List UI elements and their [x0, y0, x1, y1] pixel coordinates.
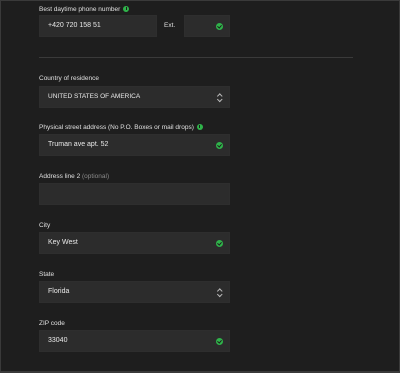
ext-input[interactable]: [184, 15, 230, 37]
street-value: Truman ave apt. 52: [48, 141, 109, 148]
country-select[interactable]: UNITED STATES OF AMERICA: [39, 86, 230, 108]
check-circle-icon: [216, 142, 223, 149]
city-input[interactable]: Key West: [39, 232, 230, 254]
contact-address-form: Best daytime phone number +420 720 158 5…: [1, 1, 399, 372]
check-circle-icon: [216, 23, 223, 30]
phone-label-text: Best daytime phone number: [39, 6, 121, 13]
phone-value: +420 720 158 51: [48, 22, 101, 29]
check-circle-icon: [216, 338, 223, 345]
zip-value: 33040: [48, 337, 68, 344]
zip-label: ZIP code: [39, 320, 65, 327]
state-select[interactable]: Florida: [39, 281, 230, 303]
address2-label-text: Address line 2: [39, 173, 81, 180]
zip-input[interactable]: 33040: [39, 330, 230, 352]
state-value: Florida: [48, 288, 70, 295]
state-label: State: [39, 271, 55, 278]
country-value: UNITED STATES OF AMERICA: [48, 93, 141, 100]
city-value: Key West: [48, 239, 78, 246]
ext-label: Ext.: [164, 22, 176, 29]
city-label: City: [39, 222, 51, 229]
street-input[interactable]: Truman ave apt. 52: [39, 134, 230, 156]
address2-input[interactable]: [39, 183, 230, 205]
up-down-chevron-icon: [217, 288, 223, 298]
info-icon[interactable]: [196, 124, 203, 130]
street-label: Physical street address (No P.O. Boxes o…: [39, 124, 203, 132]
check-circle-icon: [216, 240, 223, 247]
section-divider: [39, 57, 353, 58]
address2-label: Address line 2 (optional): [39, 173, 109, 181]
country-label: Country of residence: [39, 75, 99, 82]
optional-hint: (optional): [82, 173, 110, 180]
bottom-rule: [1, 371, 399, 372]
phone-input[interactable]: +420 720 158 51: [39, 15, 157, 37]
info-icon[interactable]: [123, 6, 130, 12]
up-down-chevron-icon: [217, 93, 223, 103]
street-label-text: Physical street address (No P.O. Boxes o…: [39, 124, 194, 131]
phone-label: Best daytime phone number: [39, 6, 130, 14]
